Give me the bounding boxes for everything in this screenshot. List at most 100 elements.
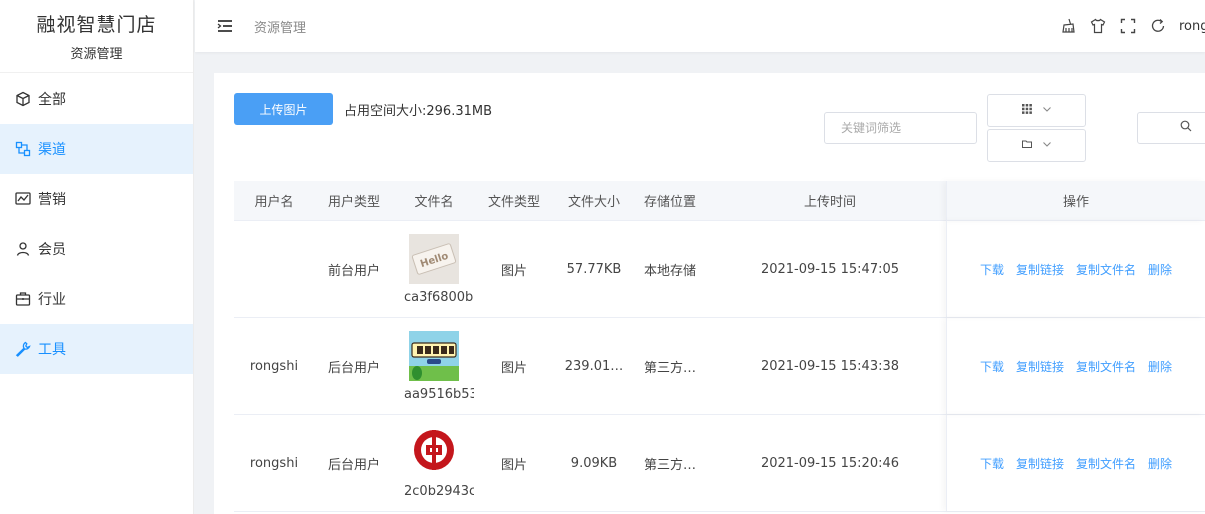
column-header: 文件大小 — [567, 195, 620, 210]
file-name: aa9516b53 — [404, 386, 474, 402]
column-header: 用户名 — [254, 195, 294, 210]
sidebar-item-marketing[interactable]: 营销 — [0, 174, 193, 224]
sidebar-item-label: 工具 — [38, 342, 66, 358]
cell-storage: 本地存储 — [644, 263, 697, 279]
sidebar-item-tools[interactable]: 工具 — [0, 324, 193, 374]
table-row: 前台用户 Hello ca3f6800bl 图片 57.77KB 本地存储 20… — [234, 221, 1205, 318]
copy-link-button[interactable]: 复制链接 — [1016, 261, 1064, 278]
search-button[interactable] — [1137, 112, 1205, 144]
cell-user: rongshi — [249, 455, 299, 471]
column-header: 上传时间 — [803, 195, 856, 210]
cell-size: 9.09KB — [554, 456, 634, 471]
cell-storage: 第三方… — [644, 360, 697, 376]
shirt-icon[interactable] — [1089, 17, 1107, 35]
cell-user-type: 前台用户 — [327, 263, 380, 279]
cell-file: aa9516b53 — [394, 330, 474, 402]
chevron-down-icon — [1042, 103, 1052, 118]
column-header: 用户类型 — [327, 195, 380, 210]
view-mode-select[interactable] — [987, 94, 1086, 127]
column-header: 文件名 — [414, 195, 454, 210]
thumbnail-cartoon-banner[interactable] — [409, 330, 459, 381]
sidebar-item-all[interactable]: 全部 — [0, 74, 193, 124]
top-header: 资源管理 rongshi — [195, 0, 1205, 52]
download-link[interactable]: 下载 — [980, 261, 1004, 278]
cell-user-type: 后台用户 — [327, 457, 380, 473]
sidebar-item-industry[interactable]: 行业 — [0, 274, 193, 324]
cell-file-type: 图片 — [500, 263, 527, 279]
chart-icon — [14, 190, 32, 208]
sidebar-item-label: 营销 — [38, 192, 66, 208]
brand-title: 融视智慧门店 — [36, 14, 157, 36]
table-row: rongshi 后台用户 2c0b2943c 图片 9.09KB 第三方… 20… — [234, 415, 1205, 512]
cell-actions: 下载 复制链接 复制文件名 删除 — [946, 318, 1205, 414]
user-icon — [14, 240, 32, 258]
refresh-icon[interactable] — [1149, 17, 1167, 35]
folder-icon — [1021, 138, 1032, 153]
cell-actions: 下载 复制链接 复制文件名 删除 — [946, 221, 1205, 317]
cell-user: rongshi — [249, 358, 299, 374]
cube-icon — [14, 90, 32, 108]
copy-filename-button[interactable]: 复制文件名 — [1076, 358, 1136, 375]
cell-file-type: 图片 — [500, 360, 527, 376]
cell-storage: 第三方… — [644, 457, 697, 473]
cell-time: 2021-09-15 15:20:46 — [760, 455, 900, 471]
delete-button[interactable]: 删除 — [1148, 261, 1172, 278]
grid-icon — [1021, 103, 1032, 118]
sidebar-item-label: 会员 — [38, 242, 66, 258]
cell-file: 2c0b2943c — [394, 427, 474, 499]
thumbnail-hello-sign[interactable]: Hello — [409, 233, 459, 284]
wrench-icon — [14, 340, 32, 358]
sidebar-nav: 全部 渠道 营销 会员 行业 工具 — [0, 74, 193, 374]
cell-size: 57.77KB — [554, 262, 634, 277]
sidebar-item-member[interactable]: 会员 — [0, 224, 193, 274]
upload-image-button[interactable]: 上传图片 — [234, 93, 333, 125]
breadcrumb: 资源管理 — [254, 20, 307, 36]
fullscreen-icon[interactable] — [1119, 17, 1137, 35]
brand: 融视智慧门店 资源管理 — [0, 0, 193, 73]
menu-fold-icon[interactable] — [216, 17, 234, 35]
download-link[interactable]: 下载 — [980, 358, 1004, 375]
user-name[interactable]: rongshi — [1179, 19, 1205, 34]
table-row: rongshi 后台用户 aa9516b53 图片 239.01… 第三方… 2… — [234, 318, 1205, 415]
delete-button[interactable]: 删除 — [1148, 455, 1172, 472]
header-actions: rongshi — [1059, 0, 1205, 52]
column-header: 文件类型 — [487, 195, 540, 210]
sidebar: 融视智慧门店 资源管理 全部 渠道 营销 会员 行业 工具 — [0, 0, 194, 514]
download-link[interactable]: 下载 — [980, 455, 1004, 472]
sidebar-item-label: 行业 — [38, 292, 66, 308]
chevron-down-icon — [1042, 138, 1052, 153]
cell-size: 239.01… — [554, 359, 634, 374]
sidebar-item-channel[interactable]: 渠道 — [0, 124, 193, 174]
cell-file: Hello ca3f6800bl — [394, 233, 474, 305]
copy-link-button[interactable]: 复制链接 — [1016, 455, 1064, 472]
broom-icon[interactable] — [1059, 17, 1077, 35]
copy-link-button[interactable]: 复制链接 — [1016, 358, 1064, 375]
delete-button[interactable]: 删除 — [1148, 358, 1172, 375]
copy-filename-button[interactable]: 复制文件名 — [1076, 455, 1136, 472]
file-name: ca3f6800bl — [404, 289, 474, 305]
storage-usage: 占用空间大小:296.31MB — [344, 104, 493, 119]
channel-icon — [14, 140, 32, 158]
content-card: 上传图片 占用空间大小:296.31MB 用户名 用户类型 文件名 文件类型 文… — [214, 73, 1205, 514]
brand-subtitle: 资源管理 — [70, 47, 123, 62]
sidebar-item-label: 渠道 — [38, 142, 66, 158]
column-header: 存储位置 — [644, 195, 697, 210]
thumbnail-bank-logo[interactable] — [409, 427, 459, 478]
file-size: 57.77KB — [566, 261, 622, 277]
cell-file-type: 图片 — [500, 457, 527, 473]
sidebar-item-label: 全部 — [38, 92, 66, 108]
file-size: 239.01… — [564, 358, 624, 374]
search-icon — [1180, 120, 1192, 136]
cell-actions: 下载 复制链接 复制文件名 删除 — [946, 415, 1205, 511]
column-header: 操作 — [946, 180, 1205, 221]
file-name: 2c0b2943c — [404, 483, 474, 499]
keyword-filter-input[interactable] — [824, 112, 977, 144]
folder-select[interactable] — [987, 129, 1086, 162]
file-size: 9.09KB — [570, 455, 618, 471]
resource-table: 用户名 用户类型 文件名 文件类型 文件大小 存储位置 上传时间 操作 前台用户… — [234, 180, 1205, 512]
cell-user-type: 后台用户 — [327, 360, 380, 376]
cell-time: 2021-09-15 15:43:38 — [760, 358, 900, 374]
briefcase-icon — [14, 290, 32, 308]
copy-filename-button[interactable]: 复制文件名 — [1076, 261, 1136, 278]
table-header: 用户名 用户类型 文件名 文件类型 文件大小 存储位置 上传时间 操作 — [234, 180, 1205, 221]
